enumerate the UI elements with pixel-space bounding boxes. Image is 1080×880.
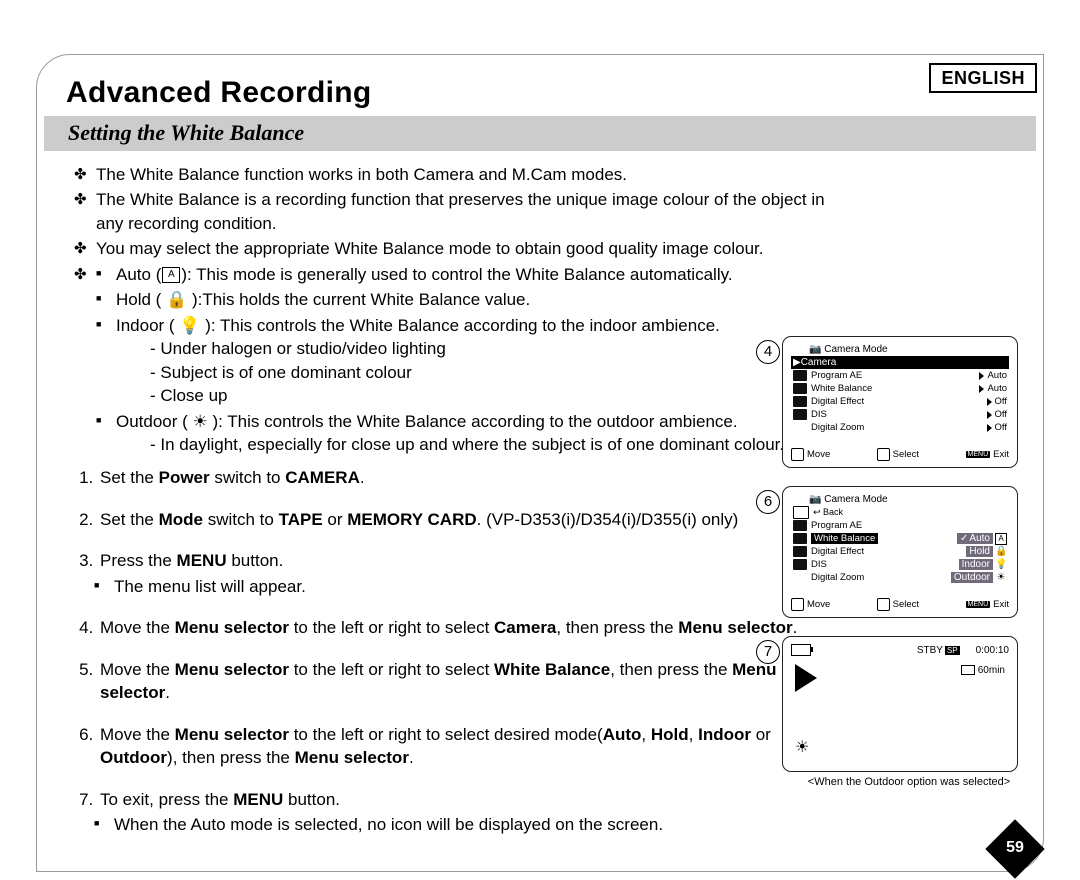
step-6: Move the Menu selector to the left or ri… bbox=[98, 723, 834, 770]
screen-6: 6 📷 Camera Mode ↩ Back Program AE White … bbox=[782, 486, 1036, 618]
body-content: The White Balance function works in both… bbox=[38, 163, 842, 836]
screen-7: 7 STBY SP 0:00:10 60min ☀ <When the Outd… bbox=[782, 636, 1036, 788]
sp-badge: SP bbox=[945, 646, 960, 655]
mode-outdoor: Outdoor ( ☀ ): This controls the White B… bbox=[96, 410, 834, 457]
step-1: Set the Power switch to CAMERA. bbox=[98, 466, 834, 489]
outdoor-icon: ☀ bbox=[795, 737, 809, 757]
time-counter: 0:00:10 bbox=[976, 645, 1009, 656]
language-badge: ENGLISH bbox=[929, 63, 1037, 93]
stby-label: STBY bbox=[917, 645, 943, 656]
intro-item: The White Balance is a recording functio… bbox=[74, 188, 834, 235]
screens-column: 4 📷 Camera Mode ▶Camera Program AEAuto W… bbox=[782, 336, 1036, 806]
screen-4: 4 📷 Camera Mode ▶Camera Program AEAuto W… bbox=[782, 336, 1036, 468]
remain-label: 60min bbox=[978, 665, 1005, 676]
step-7-sub: When the Auto mode is selected, no icon … bbox=[94, 813, 834, 836]
step-3-sub: The menu list will appear. bbox=[94, 575, 834, 598]
step-7: To exit, press the MENU button. When the… bbox=[98, 788, 834, 837]
mode-hold: Hold ( 🔒 ):This holds the current White … bbox=[96, 288, 834, 311]
screen-4-title: 📷 Camera Mode bbox=[791, 344, 1009, 355]
intro-item: You may select the appropriate White Bal… bbox=[74, 237, 834, 260]
tape-icon bbox=[961, 665, 975, 675]
screen-6-number: 6 bbox=[756, 490, 780, 514]
battery-icon bbox=[791, 644, 811, 656]
intro-item-modes: Auto (A): This mode is generally used to… bbox=[74, 263, 834, 457]
auto-icon: A bbox=[162, 267, 180, 283]
outdoor-sublist: In daylight, especially for close up and… bbox=[116, 433, 834, 456]
section-subhead: Setting the White Balance bbox=[44, 116, 1036, 151]
screen-4-highlight: ▶Camera bbox=[791, 356, 1009, 369]
play-icon bbox=[795, 664, 817, 692]
steps-list: Set the Power switch to CAMERA. Set the … bbox=[74, 466, 834, 836]
intro-list: The White Balance function works in both… bbox=[74, 163, 834, 456]
screen-6-footer: Move Select MENUExit bbox=[791, 598, 1009, 611]
step-3: Press the MENU button. The menu list wil… bbox=[98, 549, 834, 598]
row-icon bbox=[793, 370, 807, 381]
intro-item: The White Balance function works in both… bbox=[74, 163, 834, 186]
screen-6-title: 📷 Camera Mode bbox=[791, 494, 1009, 505]
step-5: Move the Menu selector to the left or ri… bbox=[98, 658, 834, 705]
indoor-sublist: Under halogen or studio/video lighting S… bbox=[116, 337, 834, 407]
screen-4-footer: Move Select MENUExit bbox=[791, 448, 1009, 461]
page-number-badge: 59 bbox=[994, 828, 1036, 870]
step-2: Set the Mode switch to TAPE or MEMORY CA… bbox=[98, 508, 834, 531]
screen-7-number: 7 bbox=[756, 640, 780, 664]
step-4: Move the Menu selector to the left or ri… bbox=[98, 616, 834, 639]
screen-7-caption: <When the Outdoor option was selected> bbox=[782, 776, 1036, 788]
screen-4-number: 4 bbox=[756, 340, 780, 364]
mode-auto: Auto (A): This mode is generally used to… bbox=[96, 263, 834, 286]
page-title: Advanced Recording bbox=[38, 38, 1042, 116]
mode-indoor: Indoor ( 💡 ): This controls the White Ba… bbox=[96, 314, 834, 408]
